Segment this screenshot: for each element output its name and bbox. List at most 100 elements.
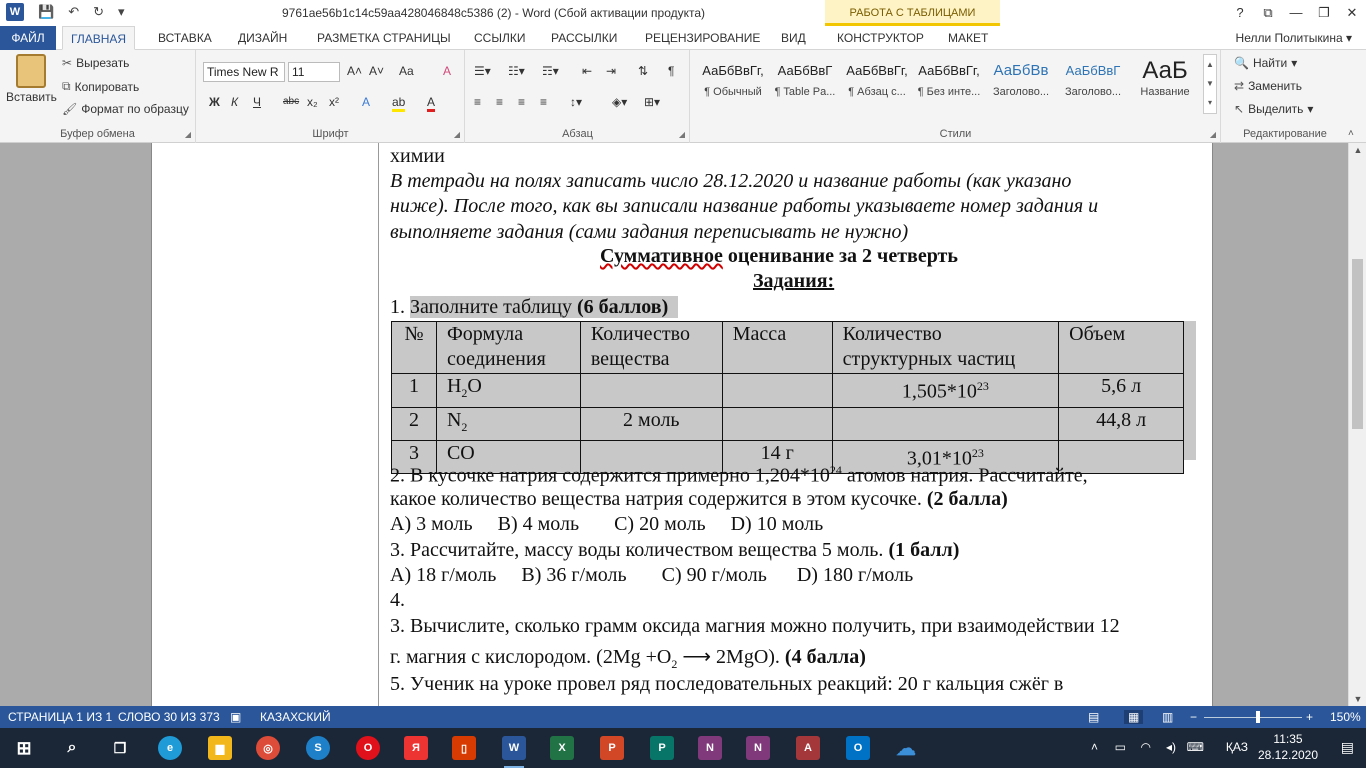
cut-button[interactable]: ✂ Вырезать <box>62 56 129 70</box>
font-size-combo[interactable]: 11 <box>288 62 340 82</box>
style-no-spacing[interactable]: АаБбВвГг, ¶ Без инте... <box>913 56 985 108</box>
superscript-button[interactable]: x² <box>329 95 339 109</box>
onenote-2-icon[interactable]: N <box>746 736 770 760</box>
print-layout-icon[interactable]: ▦ <box>1124 710 1144 724</box>
tab-layout-page[interactable]: РАЗМЕТКА СТРАНИЦЫ <box>309 26 459 50</box>
style-title[interactable]: АаБ Название <box>1129 56 1201 108</box>
network-icon[interactable]: ◠ <box>1141 740 1151 754</box>
tab-table-layout[interactable]: МАКЕТ <box>940 26 996 50</box>
collapse-ribbon-icon[interactable]: ˄ <box>1348 128 1354 139</box>
shrink-font-icon[interactable]: A˅ <box>369 64 384 78</box>
zoom-slider[interactable] <box>1204 717 1302 718</box>
search-icon[interactable]: ⌕ <box>60 736 84 760</box>
clear-format-icon[interactable]: A <box>443 64 451 78</box>
italic-button[interactable]: К <box>231 95 238 109</box>
style-list-paragraph[interactable]: АаБбВвГг, ¶ Абзац с... <box>841 56 913 108</box>
highlight-icon[interactable]: ab <box>392 95 406 112</box>
paste-button[interactable]: Вставить <box>6 54 57 104</box>
font-color-icon[interactable]: A <box>427 95 436 112</box>
user-account[interactable]: Нелли Политыкина ▾ <box>1236 26 1352 50</box>
align-left-icon[interactable]: ≡ <box>474 95 481 109</box>
tab-file[interactable]: ФАЙЛ <box>0 26 56 50</box>
style-table-paragraph[interactable]: АаБбВвГ ¶ Table Pa... <box>769 56 841 108</box>
customize-qat-icon[interactable]: ▾ <box>118 3 125 21</box>
zoom-level[interactable]: 150% <box>1330 710 1361 724</box>
volume-icon[interactable]: ◂) <box>1166 740 1176 754</box>
tab-references[interactable]: ССЫЛКИ <box>466 26 533 50</box>
justify-icon[interactable]: ≡ <box>540 95 547 109</box>
yandex-icon[interactable]: Я <box>404 736 428 760</box>
tray-chevron-icon[interactable]: ˄ <box>1091 740 1098 754</box>
battery-icon[interactable]: ▭ <box>1115 740 1126 754</box>
shading-icon[interactable]: ◈▾ <box>612 95 627 109</box>
bold-button[interactable]: Ж <box>209 95 220 109</box>
read-mode-icon[interactable]: ▤ <box>1088 710 1099 724</box>
grow-font-icon[interactable]: A˄ <box>347 64 362 78</box>
multilevel-list-icon[interactable]: ☶▾ <box>542 64 559 78</box>
scroll-up-icon[interactable]: ▲ <box>1349 145 1366 155</box>
align-center-icon[interactable]: ≡ <box>496 95 503 109</box>
outlook-icon[interactable]: O <box>846 736 870 760</box>
keyboard-icon[interactable]: ⌨ <box>1187 740 1204 754</box>
style-normal[interactable]: АаБбВвГг, ¶ Обычный <box>697 56 769 108</box>
page-count[interactable]: СТРАНИЦА 1 ИЗ 1 <box>8 710 112 724</box>
clock-time[interactable]: 11:35 <box>1256 732 1320 746</box>
dialog-launcher-icon[interactable]: ◢ <box>454 130 460 139</box>
zoom-slider-thumb[interactable] <box>1256 711 1260 723</box>
strikethrough-button[interactable]: abc <box>283 96 299 107</box>
scroll-down-icon[interactable]: ▼ <box>1349 694 1366 704</box>
access-icon[interactable]: A <box>796 736 820 760</box>
document-page[interactable]: химии В тетради на полях записать число … <box>378 143 1213 706</box>
tab-insert[interactable]: ВСТАВКА <box>150 26 220 50</box>
dialog-launcher-icon[interactable]: ◢ <box>1210 130 1216 139</box>
replace-button[interactable]: ⇄ Заменить <box>1234 79 1302 93</box>
powerpoint-icon[interactable]: P <box>600 736 624 760</box>
onenote-icon[interactable]: N <box>698 736 722 760</box>
word-count[interactable]: СЛОВО 30 ИЗ 373 <box>118 710 220 724</box>
onedrive-icon[interactable]: ☁ <box>894 736 918 760</box>
tab-mailings[interactable]: РАССЫЛКИ <box>543 26 625 50</box>
web-layout-icon[interactable]: ▥ <box>1162 710 1173 724</box>
styles-gallery-scroll[interactable]: ▲ ▼ ▾ <box>1203 54 1217 114</box>
excel-icon[interactable]: X <box>550 736 574 760</box>
opera-icon[interactable]: O <box>356 736 380 760</box>
select-button[interactable]: ↖ Выделить ▾ <box>1234 102 1313 116</box>
format-painter-button[interactable]: 🖌 Формат по образцу <box>62 102 189 116</box>
style-heading-2[interactable]: АаБбВвГ Заголово... <box>1057 56 1129 108</box>
show-marks-icon[interactable]: ¶ <box>668 64 674 78</box>
zoom-in-icon[interactable]: + <box>1306 710 1313 724</box>
borders-icon[interactable]: ⊞▾ <box>644 95 660 109</box>
ribbon-display-icon[interactable]: ⧉ <box>1254 0 1282 26</box>
data-table[interactable]: № Формула соединения Количество вещества… <box>391 321 1184 474</box>
maximize-button[interactable]: ❐ <box>1310 0 1338 26</box>
bullets-icon[interactable]: ☰▾ <box>474 64 491 78</box>
line-spacing-icon[interactable]: ↕▾ <box>570 95 582 109</box>
office-icon[interactable]: ▯ <box>452 736 476 760</box>
windows-start-icon[interactable]: ⊞ <box>12 736 36 760</box>
input-language[interactable]: ҚАЗ <box>1226 740 1248 754</box>
text-effects-icon[interactable]: A <box>362 95 370 109</box>
minimize-button[interactable]: — <box>1282 0 1310 26</box>
help-icon[interactable]: ? <box>1226 0 1254 26</box>
dialog-launcher-icon[interactable]: ◢ <box>185 130 191 139</box>
undo-icon[interactable]: ↶ <box>68 3 79 21</box>
scroll-thumb[interactable] <box>1352 259 1363 429</box>
tab-design[interactable]: ДИЗАЙН <box>230 26 295 50</box>
tab-review[interactable]: РЕЦЕНЗИРОВАНИЕ <box>637 26 768 50</box>
underline-button[interactable]: Ч <box>253 95 261 109</box>
word-taskbar-icon[interactable]: W <box>502 736 526 768</box>
increase-indent-icon[interactable]: ⇥ <box>606 64 616 78</box>
publisher-icon[interactable]: P <box>650 736 674 760</box>
notifications-icon[interactable]: ▤ <box>1341 739 1354 756</box>
change-case-icon[interactable]: Aa <box>399 64 414 78</box>
redo-icon[interactable]: ↻ <box>93 3 104 21</box>
dialog-launcher-icon[interactable]: ◢ <box>679 130 685 139</box>
tab-view[interactable]: ВИД <box>773 26 814 50</box>
font-name-combo[interactable]: Times New R <box>203 62 285 82</box>
chrome-icon[interactable]: ◎ <box>256 736 280 760</box>
proofing-icon[interactable]: ▣ <box>230 710 241 724</box>
tab-home[interactable]: ГЛАВНАЯ <box>62 26 136 50</box>
copy-button[interactable]: ⧉ Копировать <box>62 79 139 94</box>
close-button[interactable]: ✕ <box>1338 0 1366 26</box>
decrease-indent-icon[interactable]: ⇤ <box>582 64 592 78</box>
